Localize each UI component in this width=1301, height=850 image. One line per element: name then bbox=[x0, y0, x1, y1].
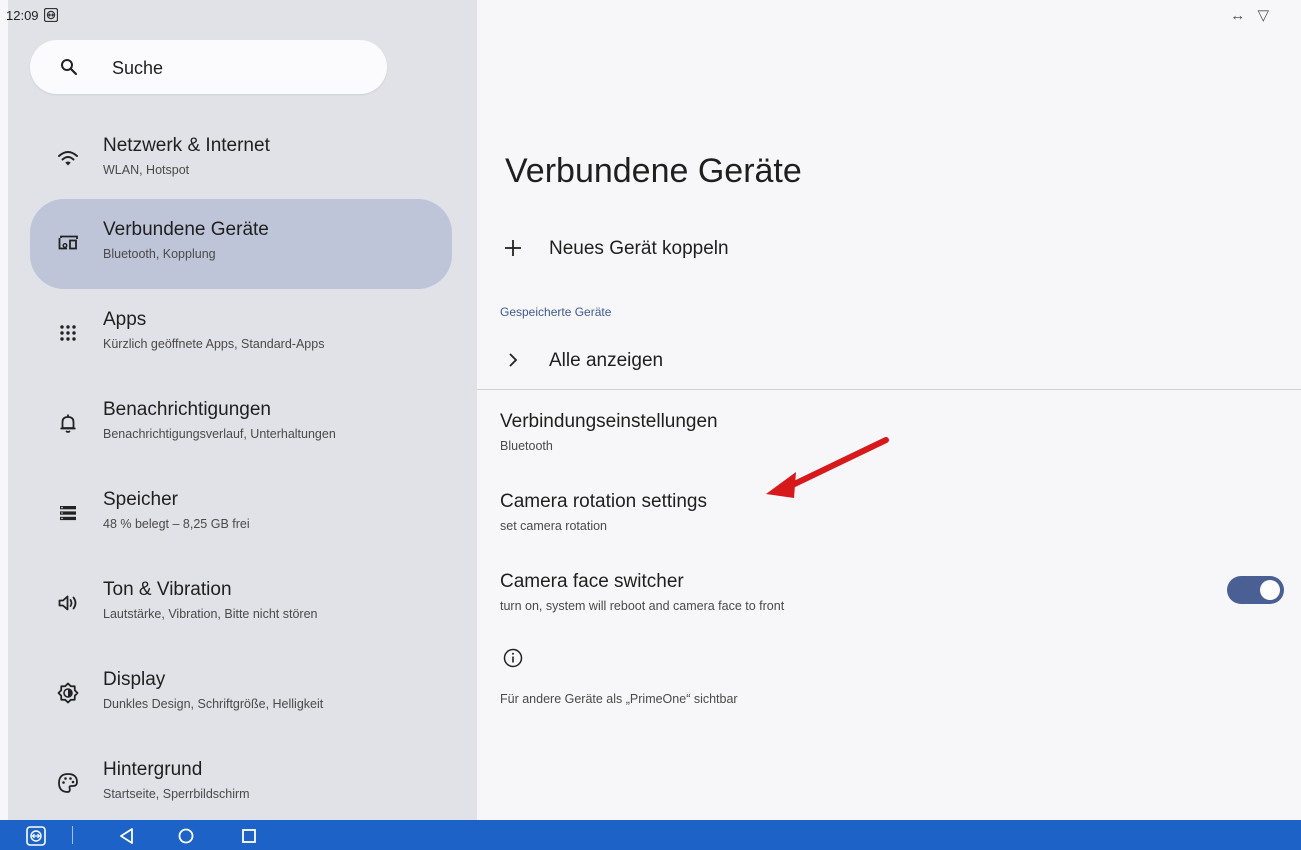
page-title: Verbundene Geräte bbox=[505, 152, 802, 190]
sidebar-item-title: Netzwerk & Internet bbox=[103, 135, 270, 156]
sidebar-item-subtitle: 48 % belegt – 8,25 GB frei bbox=[103, 517, 250, 531]
chevron-right-icon bbox=[509, 353, 518, 367]
pref-subtitle: turn on, system will reboot and camera f… bbox=[500, 599, 785, 613]
sidebar-item-subtitle: Bluetooth, Kopplung bbox=[103, 247, 216, 261]
sidebar-item-subtitle: Startseite, Sperrbildschirm bbox=[103, 787, 250, 801]
sidebar-item-title: Benachrichtigungen bbox=[103, 399, 271, 420]
saved-devices-header: Gespeicherte Geräte bbox=[500, 305, 612, 319]
sidebar-item-title: Hintergrund bbox=[103, 759, 203, 780]
main-panel: Verbundene Geräte Neues Gerät koppeln Ge… bbox=[477, 0, 1301, 820]
status-time: 12:09 bbox=[6, 8, 39, 23]
sidebar-item-title: Verbundene Geräte bbox=[103, 219, 269, 240]
pref-title: Camera rotation settings bbox=[500, 491, 707, 512]
pref-title: Verbindungseinstellungen bbox=[500, 411, 718, 432]
device-visibility-text: Für andere Geräte als „PrimeOne“ sichtba… bbox=[500, 692, 738, 706]
sidebar-item-network[interactable]: Netzwerk & Internet WLAN, Hotspot bbox=[30, 115, 452, 205]
sidebar-item-wallpaper[interactable]: Hintergrund Startseite, Sperrbildschirm bbox=[30, 739, 452, 829]
sidebar-item-connected-devices[interactable]: Verbundene Geräte Bluetooth, Kopplung bbox=[30, 199, 452, 289]
teamviewer-status-icon bbox=[44, 8, 58, 22]
sidebar-item-display[interactable]: Display Dunkles Design, Schriftgröße, He… bbox=[30, 649, 452, 739]
sidebar-item-title: Speicher bbox=[103, 489, 178, 510]
sidebar-item-sound[interactable]: Ton & Vibration Lautstärke, Vibration, B… bbox=[30, 559, 452, 649]
sidebar-item-subtitle: WLAN, Hotspot bbox=[103, 163, 190, 177]
pair-new-device-label: Neues Gerät koppeln bbox=[549, 238, 729, 259]
pref-subtitle: Bluetooth bbox=[500, 439, 553, 453]
sidebar-item-subtitle: Benachrichtigungsverlauf, Unterhaltungen bbox=[103, 427, 336, 441]
connected-devices-icon bbox=[58, 235, 78, 250]
bell-icon bbox=[60, 414, 76, 433]
search-bar[interactable]: Suche bbox=[30, 40, 387, 94]
system-navigation-bar bbox=[0, 820, 1301, 850]
palette-icon bbox=[58, 773, 78, 793]
pref-subtitle: set camera rotation bbox=[500, 519, 607, 533]
status-bar: 12:09 ↔ ▽ bbox=[0, 0, 1301, 28]
apps-grid-icon bbox=[60, 325, 76, 341]
settings-sidebar: Suche Netzwerk & Internet WLAN, Hotspot … bbox=[8, 0, 477, 820]
sidebar-item-apps[interactable]: Apps Kürzlich geöffnete Apps, Standard-A… bbox=[30, 289, 452, 379]
sidebar-item-subtitle: Dunkles Design, Schriftgröße, Helligkeit bbox=[103, 697, 324, 711]
wifi-icon bbox=[58, 151, 78, 166]
sidebar-item-subtitle: Kürzlich geöffnete Apps, Standard-Apps bbox=[103, 337, 325, 351]
sidebar-item-notifications[interactable]: Benachrichtigungen Benachrichtigungsverl… bbox=[30, 379, 452, 469]
brightness-icon bbox=[57, 682, 79, 704]
pair-new-device-row[interactable]: Neues Gerät koppeln bbox=[477, 224, 1301, 272]
nav-separator bbox=[72, 826, 73, 844]
network-status-icons: ↔ ▽ bbox=[1230, 7, 1273, 24]
search-icon bbox=[61, 59, 78, 76]
back-icon[interactable] bbox=[117, 826, 137, 846]
plus-icon bbox=[505, 240, 521, 256]
red-arrow-annotation-icon bbox=[766, 437, 889, 498]
toggle-knob bbox=[1260, 580, 1280, 600]
home-icon[interactable] bbox=[176, 826, 196, 846]
camera-face-switcher-toggle[interactable] bbox=[1227, 576, 1284, 604]
show-all-row[interactable]: Alle anzeigen bbox=[477, 336, 1301, 384]
show-all-label: Alle anzeigen bbox=[549, 350, 664, 371]
sidebar-item-storage[interactable]: Speicher 48 % belegt – 8,25 GB frei bbox=[30, 469, 452, 559]
sidebar-item-subtitle: Lautstärke, Vibration, Bitte nicht störe… bbox=[103, 607, 318, 621]
teamviewer-icon[interactable] bbox=[26, 826, 46, 846]
sidebar-item-title: Display bbox=[103, 669, 166, 690]
volume-icon bbox=[58, 595, 77, 611]
sidebar-item-title: Apps bbox=[103, 309, 147, 330]
search-placeholder: Suche bbox=[112, 58, 164, 78]
storage-icon bbox=[60, 506, 76, 521]
sidebar-item-title: Ton & Vibration bbox=[103, 579, 232, 600]
pref-title: Camera face switcher bbox=[500, 571, 684, 592]
recents-icon[interactable] bbox=[239, 826, 259, 846]
info-icon bbox=[503, 648, 523, 668]
camera-face-switcher-item[interactable]: Camera face switcher turn on, system wil… bbox=[477, 560, 1301, 624]
divider bbox=[477, 389, 1301, 390]
